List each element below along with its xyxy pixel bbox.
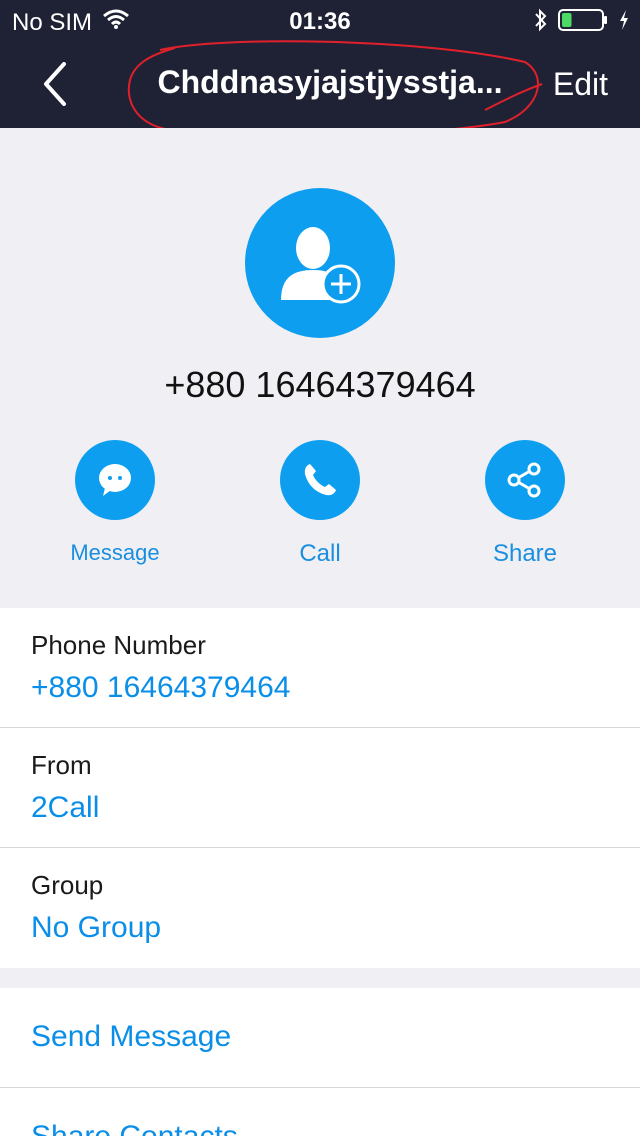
edit-button[interactable]: Edit [553, 66, 608, 103]
back-button[interactable] [30, 58, 80, 110]
detail-row-group[interactable]: Group No Group [0, 848, 640, 968]
detail-key: From [31, 750, 92, 780]
phone-icon [304, 464, 336, 496]
detail-value[interactable]: 2Call [31, 791, 640, 825]
detail-value[interactable]: +880 16464379464 [31, 671, 640, 705]
contact-header: +880 16464379464 Message Call Share [0, 128, 640, 608]
share-contacts-button[interactable]: Share Contacts [0, 1088, 640, 1136]
call-action[interactable]: Call [240, 440, 400, 568]
message-button[interactable] [75, 440, 155, 520]
detail-key: Group [31, 870, 104, 900]
status-bar: No SIM 01:36 [0, 0, 640, 40]
contact-number: +880 16464379464 [164, 364, 476, 405]
detail-row-from[interactable]: From 2Call [0, 728, 640, 848]
navigation-bar: Chddnasyjajstjysstja... Edit [0, 40, 640, 128]
bluetooth-icon [534, 8, 548, 39]
contact-menu: Send Message Share Contacts [0, 988, 640, 1136]
add-contact-avatar[interactable] [245, 188, 395, 338]
detail-key: Phone Number [31, 630, 206, 660]
page-title: Chddnasyjajstjysstja... [157, 64, 503, 100]
message-label: Message [70, 540, 160, 565]
contact-details: Phone Number +880 16464379464 From 2Call… [0, 608, 640, 968]
section-divider [0, 968, 640, 988]
share-button[interactable] [485, 440, 565, 520]
message-action[interactable]: Message [35, 440, 195, 566]
person-add-icon [281, 227, 361, 304]
chevron-left-icon [44, 62, 66, 106]
detail-value[interactable]: No Group [31, 911, 640, 945]
chat-bubble-icon [99, 464, 131, 496]
charging-icon [618, 9, 630, 38]
call-label: Call [299, 540, 341, 567]
status-right [534, 8, 630, 39]
battery-icon [558, 8, 608, 39]
detail-row-phone[interactable]: Phone Number +880 16464379464 [0, 608, 640, 728]
send-message-button[interactable]: Send Message [0, 988, 640, 1088]
share-action[interactable]: Share [445, 440, 605, 568]
share-label: Share [492, 540, 558, 567]
call-button[interactable] [280, 440, 360, 520]
share-icon [507, 462, 541, 498]
